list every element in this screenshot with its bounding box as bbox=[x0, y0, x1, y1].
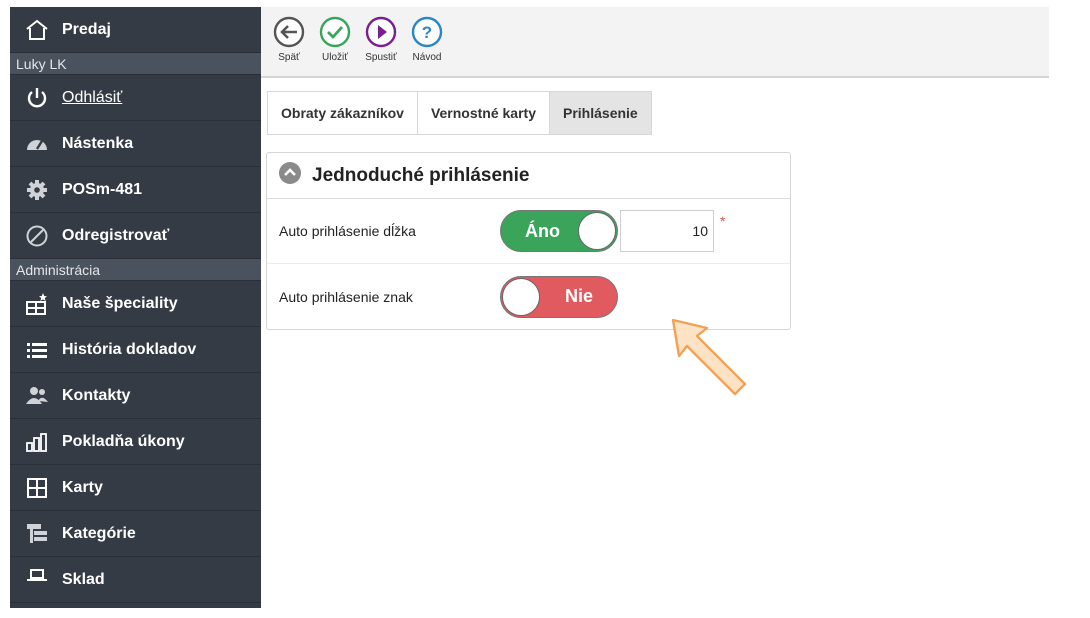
run-button[interactable]: Spustiť bbox=[365, 16, 397, 63]
sidebar-item-sklad[interactable]: Sklad bbox=[10, 557, 261, 603]
gear-icon bbox=[24, 177, 50, 203]
help-label: Návod bbox=[412, 52, 442, 63]
play-icon bbox=[365, 16, 397, 48]
sidebar-item-label: Nástenka bbox=[62, 134, 134, 152]
logout-link[interactable]: Odhlásiť bbox=[10, 75, 261, 121]
list-icon bbox=[24, 337, 50, 363]
setting-label: Auto prihlásenie znak bbox=[279, 288, 413, 305]
sidebar-item-label: Kategórie bbox=[62, 524, 136, 542]
tab-obraty-zakaznikov[interactable]: Obraty zákazníkov bbox=[267, 91, 417, 135]
tree-icon bbox=[24, 521, 50, 547]
sidebar-item-historia[interactable]: História dokladov bbox=[10, 327, 261, 373]
auto-login-length-toggle[interactable]: Áno bbox=[500, 210, 618, 252]
sidebar-item-predaj[interactable]: Predaj bbox=[10, 7, 261, 53]
tab-prihlasenie[interactable]: Prihlásenie bbox=[549, 91, 652, 135]
sidebar-item-odregistrovat[interactable]: Odregistrovať bbox=[10, 213, 261, 259]
pointer-arrow-icon bbox=[671, 318, 747, 396]
sidebar-item-label: Karty bbox=[62, 478, 103, 496]
sidebar-item-label: Naše špeciality bbox=[62, 294, 178, 312]
grid-icon bbox=[24, 475, 50, 501]
help-button[interactable]: ? Návod bbox=[411, 16, 443, 63]
auto-login-length-input[interactable] bbox=[620, 210, 714, 252]
tab-vernostne-karty[interactable]: Vernostné karty bbox=[416, 91, 549, 135]
sidebar: Predaj Luky LK Odhlásiť Nástenka POSm-48… bbox=[10, 7, 261, 608]
sidebar-item-specials[interactable]: Naše špeciality bbox=[10, 281, 261, 327]
setting-label: Auto prihlásenie dĺžka bbox=[279, 223, 416, 239]
warehouse-icon bbox=[24, 567, 50, 593]
sidebar-item-kategorie[interactable]: Kategórie bbox=[10, 511, 261, 557]
power-icon bbox=[24, 85, 50, 111]
specials-icon bbox=[24, 291, 50, 317]
back-button[interactable]: Späť bbox=[273, 16, 305, 63]
dashboard-icon bbox=[24, 131, 50, 157]
back-label: Späť bbox=[278, 52, 300, 63]
required-marker: * bbox=[720, 213, 726, 229]
ban-icon bbox=[24, 223, 50, 249]
logout-label: Odhlásiť bbox=[62, 88, 123, 106]
sidebar-item-label: Odregistrovať bbox=[62, 226, 170, 244]
sidebar-item-label: Predaj bbox=[62, 20, 111, 38]
save-label: Uložiť bbox=[322, 52, 348, 63]
sidebar-item-nastenka[interactable]: Nástenka bbox=[10, 121, 261, 167]
run-label: Spustiť bbox=[365, 52, 397, 63]
auto-login-char-toggle[interactable]: Nie bbox=[500, 275, 618, 318]
check-icon bbox=[319, 16, 351, 48]
toggle-knob bbox=[502, 277, 540, 316]
panel-header[interactable]: Jednoduché prihlásenie bbox=[267, 153, 790, 199]
login-settings-panel: Jednoduché prihlásenie Auto prihlásenie … bbox=[266, 152, 791, 330]
toggle-knob bbox=[578, 212, 616, 250]
sidebar-item-posm[interactable]: POSm-481 bbox=[10, 167, 261, 213]
chevron-up-icon[interactable] bbox=[278, 161, 302, 190]
sidebar-item-label: Kontakty bbox=[62, 386, 131, 404]
sidebar-item-label: Pokladňa úkony bbox=[62, 432, 185, 450]
sidebar-item-kontakty[interactable]: Kontakty bbox=[10, 373, 261, 419]
tab-bar: Obraty zákazníkov Vernostné karty Prihlá… bbox=[267, 91, 652, 135]
sidebar-item-label: POSm-481 bbox=[62, 180, 143, 198]
home-icon bbox=[24, 17, 50, 43]
users-icon bbox=[24, 383, 50, 409]
sidebar-item-label: História dokladov bbox=[62, 340, 197, 358]
toggle-label: Nie bbox=[565, 286, 594, 306]
svg-text:?: ? bbox=[422, 23, 432, 42]
section-administracia: Administrácia bbox=[10, 259, 261, 281]
setting-row-auto-login-length: Auto prihlásenie dĺžka Áno * bbox=[267, 199, 790, 264]
user-label: Luky LK bbox=[10, 53, 261, 75]
sidebar-item-pokladna[interactable]: Pokladňa úkony bbox=[10, 419, 261, 465]
toolbar: Späť Uložiť Spustiť ? Návod bbox=[261, 7, 1049, 78]
help-icon: ? bbox=[411, 16, 443, 48]
sidebar-item-karty[interactable]: Karty bbox=[10, 465, 261, 511]
bars-icon bbox=[24, 429, 50, 455]
back-arrow-icon bbox=[273, 16, 305, 48]
panel-title: Jednoduché prihlásenie bbox=[312, 164, 530, 186]
toggle-label: Áno bbox=[525, 220, 560, 241]
sidebar-item-label: Sklad bbox=[62, 570, 105, 588]
save-button[interactable]: Uložiť bbox=[319, 16, 351, 63]
